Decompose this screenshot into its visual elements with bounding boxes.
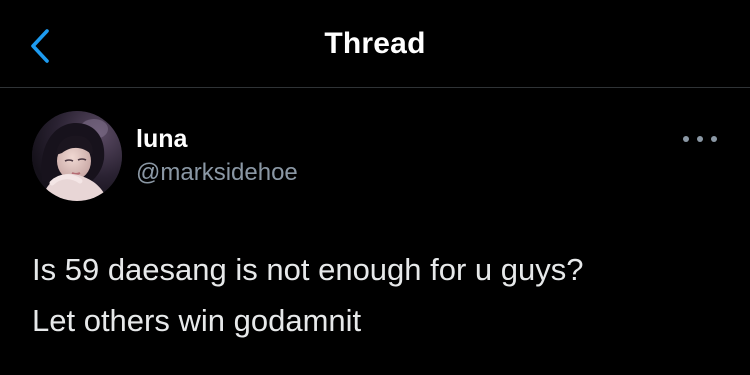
author-handle[interactable]: @marksidehoe [136, 158, 298, 188]
more-horizontal-icon [683, 136, 717, 142]
tweet-text-line: Is 59 daesang is not enough for u guys? [32, 252, 584, 287]
profile-photo [32, 111, 122, 201]
page-title: Thread [324, 27, 426, 60]
tweet-text-line: Let others win godamnit [32, 303, 362, 338]
author-name[interactable]: luna [136, 124, 187, 154]
avatar[interactable] [32, 111, 122, 201]
thread-screen: Thread luna @marksidehoe Is 59 daesang i… [0, 0, 750, 375]
tweet-text: Is 59 daesang is not enough for u guys? … [32, 244, 722, 346]
more-options-button[interactable] [678, 125, 722, 153]
navigation-bar: Thread [0, 0, 750, 88]
tweet[interactable]: luna @marksidehoe Is 59 daesang is not e… [0, 89, 750, 375]
